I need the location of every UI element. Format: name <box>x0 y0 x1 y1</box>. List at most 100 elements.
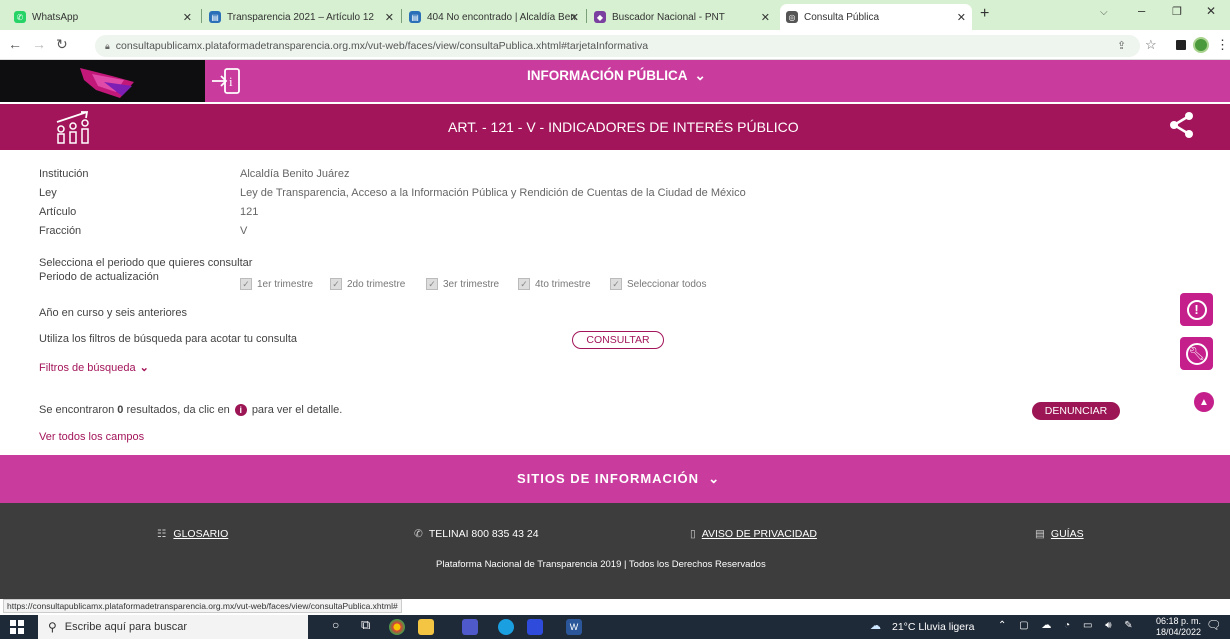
search-icon: ⚲ <box>48 620 57 634</box>
notifications-icon[interactable]: 🗨︎ <box>1206 618 1221 632</box>
tab-transparencia[interactable]: ▤ Transparencia 2021 – Artículo 12 ✕ <box>203 4 400 30</box>
guias-link[interactable]: ▤ GUÍAS <box>1035 528 1084 540</box>
tab-title: Buscador Nacional - PNT <box>612 11 725 23</box>
checkbox-4to-trimestre[interactable]: ✓ 4to trimestre <box>518 278 591 290</box>
copyright-text: Plataforma Nacional de Transparencia 201… <box>436 559 766 570</box>
informacion-publica-menu[interactable]: INFORMACIÓN PÚBLICA ⌄ <box>527 68 706 84</box>
checkbox-label: Seleccionar todos <box>627 278 707 290</box>
site-favicon-icon: ▤ <box>209 11 221 23</box>
sidepanel-icon[interactable] <box>1176 40 1186 50</box>
back-arrow-icon[interactable]: ← <box>8 36 22 52</box>
tab-404[interactable]: ▤ 404 No encontrado | Alcaldía Ben ✕ <box>403 4 585 30</box>
phone-label: TELINAI 800 835 43 24 <box>428 528 539 540</box>
file-explorer-icon[interactable] <box>418 619 434 635</box>
ver-todos-campos-link[interactable]: Ver todos los campos <box>39 431 144 443</box>
share-icon[interactable]: ⇪ <box>1117 39 1126 52</box>
cortana-icon[interactable]: ○ <box>332 618 339 632</box>
footer <box>0 503 1230 599</box>
tab-buscador[interactable]: ◆ Buscador Nacional - PNT ✕ <box>588 4 776 30</box>
weather-text[interactable]: 21°C Lluvia ligera <box>892 621 974 633</box>
field-label-articulo: Artículo <box>39 206 77 218</box>
close-icon[interactable]: ✕ <box>183 11 192 24</box>
telinai-phone[interactable]: ✆ TELINAI 800 835 43 24 <box>414 528 539 540</box>
close-icon[interactable]: ✕ <box>570 11 579 24</box>
word-icon[interactable]: W <box>566 619 582 635</box>
site-logo[interactable] <box>0 60 205 102</box>
new-tab-button[interactable]: + <box>980 5 989 23</box>
reload-icon[interactable]: ↻ <box>56 36 68 53</box>
denunciar-button[interactable]: DENUNCIAR <box>1032 402 1120 420</box>
tab-search-chevron-icon[interactable]: ⌵ <box>1100 7 1108 18</box>
period-prompt: Selecciona el periodo que quieres consul… <box>39 257 253 269</box>
checkbox-label: 4to trimestre <box>535 278 591 290</box>
filtros-busqueda-toggle[interactable]: Filtros de búsqueda ⌄ <box>39 361 149 375</box>
field-label-ley: Ley <box>39 187 57 199</box>
field-label-fraccion: Fracción <box>39 225 82 237</box>
tab-title: 404 No encontrado | Alcaldía Ben <box>427 11 576 23</box>
filters-label: Filtros de búsqueda <box>39 361 136 374</box>
glossary-label: GLOSARIO <box>173 528 229 540</box>
close-icon[interactable]: ✕ <box>957 11 966 24</box>
forward-arrow-icon[interactable]: → <box>32 36 46 52</box>
arrow-up-icon: ▲ <box>1199 396 1209 408</box>
tab-whatsapp[interactable]: ✆ WhatsApp ✕ <box>8 4 198 30</box>
guides-label: GUÍAS <box>1050 528 1084 540</box>
results-count: 0 <box>117 404 124 416</box>
taskbar-search-box[interactable]: ⚲ Escribe aquí para buscar <box>38 615 308 639</box>
aviso-privacidad-link[interactable]: ▯ AVISO DE PRIVACIDAD <box>690 528 817 540</box>
clock-time: 06:18 p. m. <box>1156 616 1202 626</box>
glosario-link[interactable]: ☷ GLOSARIO <box>157 528 228 540</box>
scroll-top-button[interactable]: ▲ <box>1194 392 1214 412</box>
minimize-button[interactable]: – <box>1138 3 1145 18</box>
checkbox-1er-trimestre[interactable]: ✓ 1er trimestre <box>240 278 313 290</box>
teams-icon[interactable] <box>462 619 478 635</box>
sitios-informacion-toggle[interactable]: SITIOS DE INFORMACIÓN ⌄ <box>517 471 720 487</box>
chevron-down-icon: ⌄ <box>703 471 721 486</box>
tab-title: Transparencia 2021 – Artículo 12 <box>227 11 374 23</box>
statistics-icon <box>53 110 99 151</box>
window-close-button[interactable]: ✕ <box>1206 4 1216 18</box>
close-icon[interactable]: ✕ <box>385 11 394 24</box>
windows-start-icon[interactable] <box>10 620 24 639</box>
consultar-button[interactable]: CONSULTAR <box>572 331 664 349</box>
checkbox-2do-trimestre[interactable]: ✓ 2do trimestre <box>330 278 405 290</box>
checkmark-icon: ✓ <box>330 278 342 290</box>
checkbox-3er-trimestre[interactable]: ✓ 3er trimestre <box>426 278 499 290</box>
privacy-label: AVISO DE PRIVACIDAD <box>701 528 817 540</box>
tab-divider <box>586 9 587 23</box>
close-icon[interactable]: ✕ <box>761 11 770 24</box>
checkmark-icon: ✓ <box>518 278 530 290</box>
wrench-icon: 🔧︎ <box>1185 342 1208 365</box>
profile-avatar[interactable] <box>1193 37 1209 53</box>
field-value-articulo: 121 <box>240 206 259 218</box>
site-favicon-icon: ▤ <box>409 11 421 23</box>
task-view-icon[interactable]: ⧉ <box>361 617 370 633</box>
edge-icon[interactable] <box>498 619 514 635</box>
checkbox-seleccionar-todos[interactable]: ✓ Seleccionar todos <box>610 278 707 290</box>
results-text: para ver el detalle. <box>251 404 343 416</box>
sitios-label: SITIOS DE INFORMACIÓN <box>517 471 700 486</box>
url-field[interactable]: 🔒︎ consultapublicamx.plataformadetranspa… <box>95 35 1140 57</box>
bookmark-star-icon[interactable]: ☆ <box>1145 37 1157 53</box>
alert-button[interactable]: ! <box>1180 293 1213 326</box>
logo-shape-icon <box>80 68 134 98</box>
system-tray-icons[interactable]: ⌃ ▢ ☁ ◔ ▭ 🔊︎ ✎ <box>998 620 1138 631</box>
field-value-fraccion: V <box>240 225 248 237</box>
app-icon[interactable] <box>527 619 543 635</box>
support-button[interactable]: 🔧︎ <box>1180 337 1213 370</box>
restore-button[interactable]: ❐ <box>1172 5 1182 18</box>
login-icon[interactable]: i <box>210 64 244 103</box>
share-nodes-icon[interactable] <box>1168 111 1196 144</box>
period-label: Periodo de actualización <box>39 271 159 283</box>
clock[interactable]: 06:18 p. m. 18/04/2022 <box>1156 616 1201 638</box>
tab-title: Consulta Pública <box>804 11 880 23</box>
results-summary: Se encontraron 0 resultados, da clic en … <box>39 404 342 416</box>
glossary-icon: ☷ <box>157 528 167 540</box>
globe-icon: ◎ <box>786 11 798 23</box>
tab-consulta-publica[interactable]: ◎ Consulta Pública ✕ <box>780 4 972 30</box>
menu-label: INFORMACIÓN PÚBLICA <box>527 68 687 83</box>
lock-icon: 🔒︎ <box>105 40 110 51</box>
url-text: consultapublicamx.plataformadetransparen… <box>115 40 649 52</box>
chrome-taskbar-icon[interactable] <box>389 619 405 635</box>
browser-menu-icon[interactable]: ⋮ <box>1216 37 1229 53</box>
